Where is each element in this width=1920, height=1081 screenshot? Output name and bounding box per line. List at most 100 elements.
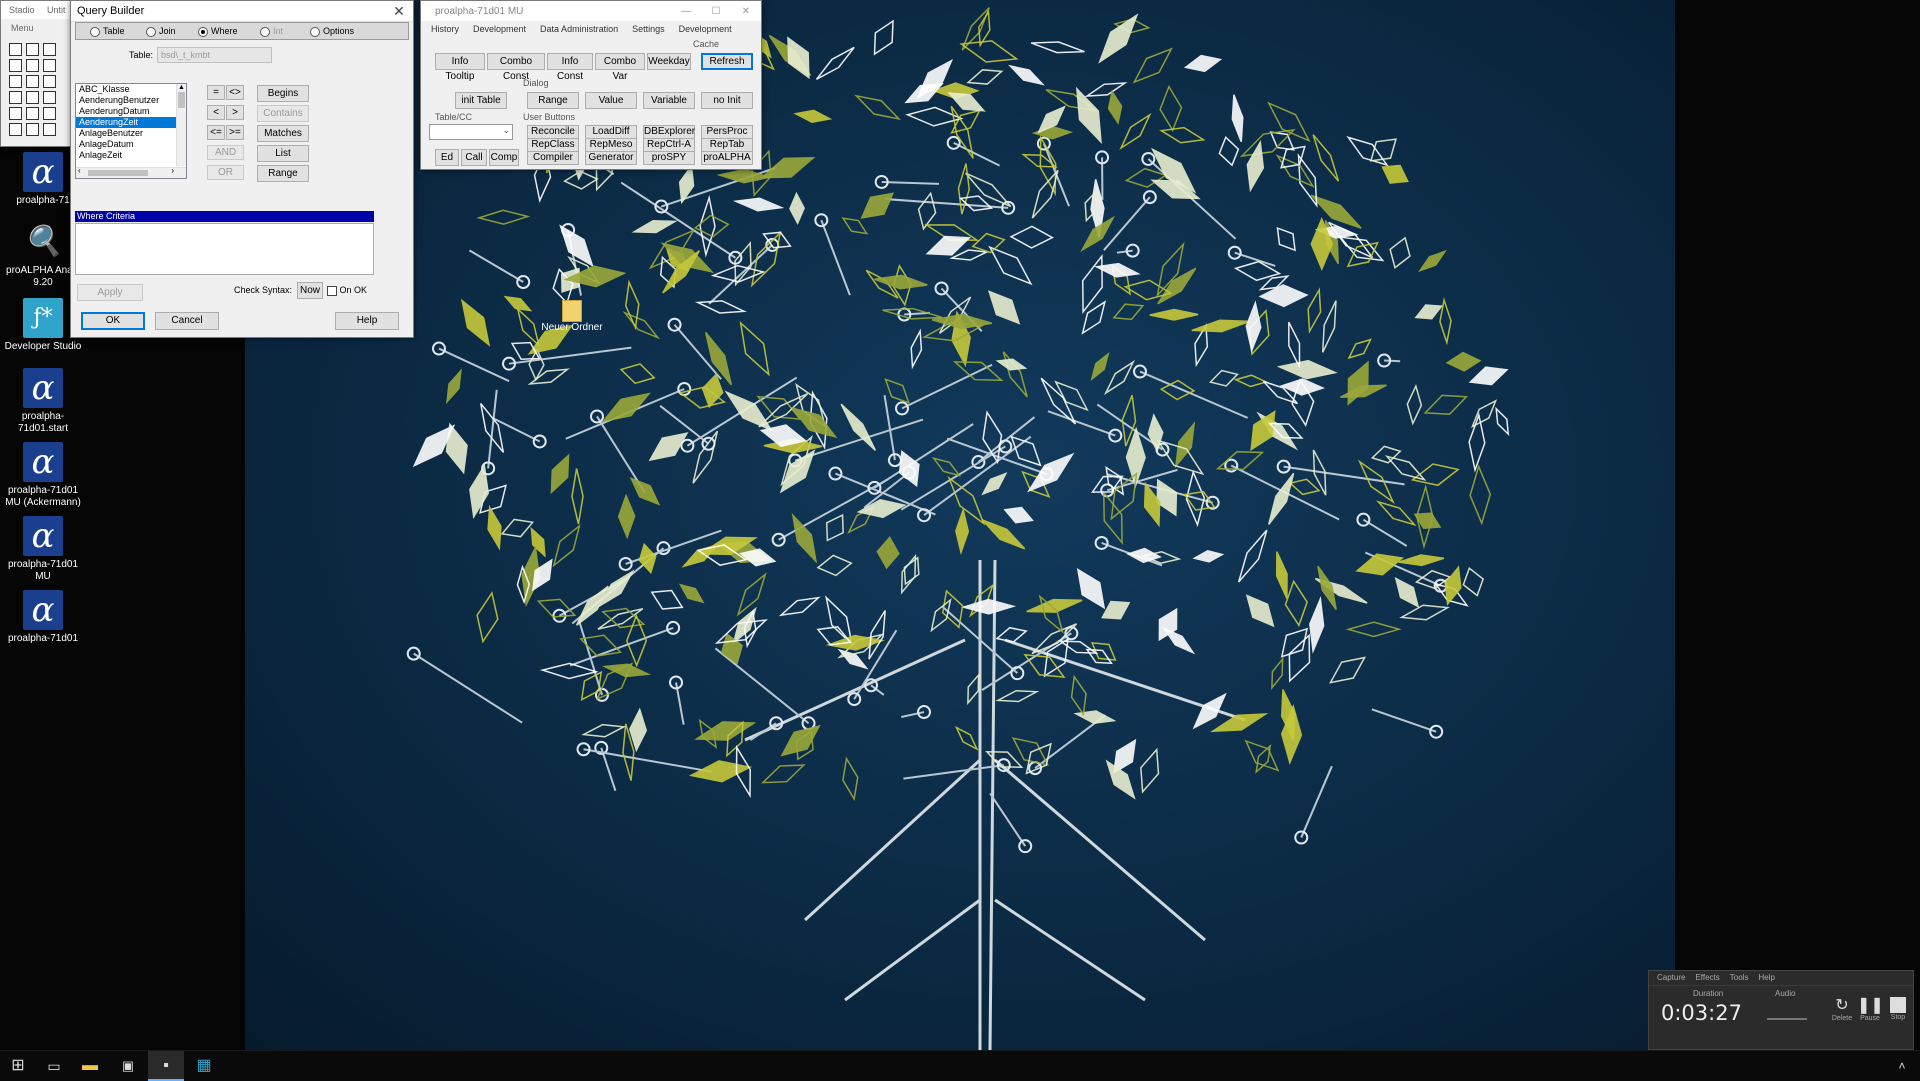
- tool-icon[interactable]: [43, 75, 56, 88]
- menu-development-2[interactable]: Development: [679, 21, 732, 37]
- tool-icon[interactable]: [9, 107, 22, 120]
- background-window[interactable]: Stadio Untit Menu: [0, 0, 72, 147]
- tool-icon[interactable]: [43, 91, 56, 104]
- tab-table[interactable]: Table: [90, 23, 125, 39]
- compiler-button[interactable]: Compiler: [527, 151, 579, 165]
- tab-options[interactable]: Options: [310, 23, 354, 39]
- terminal-icon[interactable]: ▣: [110, 1051, 146, 1081]
- stop-control[interactable]: Stop: [1885, 995, 1911, 1021]
- field-list-item[interactable]: ABC_Klasse: [76, 84, 186, 95]
- tool-icon[interactable]: [26, 59, 39, 72]
- operator-less-button[interactable]: <: [207, 105, 225, 120]
- tool-icon[interactable]: [9, 43, 22, 56]
- audio-level-slider[interactable]: [1767, 1018, 1807, 1020]
- persproc-button[interactable]: PersProc: [701, 125, 753, 139]
- desktop-icon-proalpha-start[interactable]: α proalpha-71d01.start: [0, 368, 86, 435]
- close-icon[interactable]: ✕: [385, 3, 413, 20]
- menu-help[interactable]: Help: [1758, 971, 1774, 985]
- screen-recorder-widget[interactable]: Capture Effects Tools Help Duration 0:03…: [1648, 970, 1914, 1050]
- cancel-button[interactable]: Cancel: [155, 312, 219, 330]
- operator-greater-equal-button[interactable]: >=: [226, 125, 244, 140]
- left-tab-1[interactable]: Stadio: [9, 5, 35, 15]
- vertical-scrollbar[interactable]: ▲: [176, 84, 186, 166]
- tab-int[interactable]: Int: [260, 23, 283, 39]
- dbexplorer-button[interactable]: DBExplorer: [643, 125, 695, 139]
- app-icon[interactable]: ▪: [148, 1051, 184, 1081]
- info-tooltip-button[interactable]: Info Tooltip: [435, 53, 485, 70]
- weekday-button[interactable]: Weekday: [647, 53, 691, 70]
- operator-greater-button[interactable]: >: [226, 105, 244, 120]
- matches-button[interactable]: Matches: [257, 125, 309, 142]
- task-view-icon[interactable]: ▭: [36, 1051, 72, 1081]
- operator-not-equal-button[interactable]: <>: [226, 85, 244, 100]
- apply-button[interactable]: Apply: [77, 284, 143, 301]
- menu-data-administration[interactable]: Data Administration: [540, 21, 618, 37]
- operator-equals-button[interactable]: =: [207, 85, 225, 100]
- prospy-button[interactable]: proSPY: [643, 151, 695, 165]
- minimize-icon[interactable]: —: [671, 6, 701, 17]
- variable-button[interactable]: Variable: [643, 92, 695, 109]
- tool-icon[interactable]: [26, 75, 39, 88]
- operator-less-equal-button[interactable]: <=: [207, 125, 225, 140]
- menu-capture[interactable]: Capture: [1657, 971, 1685, 985]
- comp-button[interactable]: Comp: [489, 149, 519, 166]
- tool-icon[interactable]: [26, 107, 39, 120]
- wallpaper-folder-icon[interactable]: Neuer Ordner: [537, 300, 607, 333]
- file-explorer-icon[interactable]: ▬: [72, 1051, 108, 1081]
- where-criteria-textarea[interactable]: [75, 223, 374, 275]
- range-button[interactable]: Range: [527, 92, 579, 109]
- repctrl-a-button[interactable]: RepCtrl-A: [643, 138, 695, 152]
- scroll-left-icon[interactable]: ‹: [78, 166, 81, 175]
- no-init-button[interactable]: no Init: [701, 92, 753, 109]
- help-button[interactable]: Help: [335, 312, 399, 330]
- value-button[interactable]: Value: [585, 92, 637, 109]
- generator-button[interactable]: Generator: [585, 151, 637, 165]
- maximize-icon[interactable]: ☐: [701, 6, 731, 17]
- repclass-button[interactable]: RepClass: [527, 138, 579, 152]
- range-button[interactable]: Range: [257, 165, 309, 182]
- field-list-item[interactable]: AnlageBenutzer: [76, 128, 186, 139]
- info-const-button[interactable]: Info Const: [547, 53, 593, 70]
- begins-button[interactable]: Begins: [257, 85, 309, 102]
- check-syntax-now-button[interactable]: Now: [297, 282, 323, 299]
- call-button[interactable]: Call: [461, 149, 487, 166]
- tool-icon[interactable]: [26, 91, 39, 104]
- horizontal-scrollbar[interactable]: ‹ ›: [76, 167, 186, 178]
- desktop-icon-proalpha-71d01[interactable]: α proalpha-71d01: [0, 590, 86, 645]
- list-button[interactable]: List: [257, 145, 309, 162]
- menu-settings[interactable]: Settings: [632, 21, 665, 37]
- or-button[interactable]: OR: [207, 165, 244, 180]
- left-menu[interactable]: Menu: [1, 19, 71, 37]
- menu-tools[interactable]: Tools: [1730, 971, 1749, 985]
- field-list-item[interactable]: AnlageDatum: [76, 139, 186, 150]
- dev-window[interactable]: proalpha-71d01 MU — ☐ ✕ History Developm…: [420, 0, 762, 170]
- tool-icon[interactable]: [43, 43, 56, 56]
- field-listbox[interactable]: ABC_KlasseAenderungBenutzerAenderungDatu…: [75, 83, 187, 179]
- tool-icon[interactable]: [9, 91, 22, 104]
- close-icon[interactable]: ✕: [731, 6, 761, 17]
- field-list-item[interactable]: AenderungZeit: [76, 117, 186, 128]
- combo-const-button[interactable]: Combo Const: [487, 53, 545, 70]
- tab-join[interactable]: Join: [146, 23, 176, 39]
- scroll-right-icon[interactable]: ›: [171, 166, 174, 175]
- ok-button[interactable]: OK: [81, 312, 145, 330]
- refresh-button[interactable]: Refresh: [701, 53, 753, 70]
- init-table-button[interactable]: init Table: [455, 92, 507, 109]
- scroll-thumb[interactable]: [178, 92, 185, 108]
- tool-icon[interactable]: [9, 75, 22, 88]
- contains-button[interactable]: Contains: [257, 105, 309, 122]
- tab-where[interactable]: Where: [198, 23, 238, 39]
- reconcile-button[interactable]: Reconcile: [527, 125, 579, 139]
- repmeso-button[interactable]: RepMeso: [585, 138, 637, 152]
- tool-icon[interactable]: [43, 123, 56, 136]
- on-ok-checkbox[interactable]: On OK: [327, 285, 367, 296]
- tool-icon[interactable]: [43, 59, 56, 72]
- tool-icon[interactable]: [26, 123, 39, 136]
- developer-studio-icon[interactable]: ▦: [186, 1051, 222, 1081]
- field-list-item[interactable]: AnlageZeit: [76, 150, 186, 161]
- chevron-up-icon[interactable]: ˄: [1884, 1051, 1920, 1081]
- desktop-icon-proalpha-mu[interactable]: α proalpha-71d01 MU: [0, 516, 86, 583]
- combo-var-button[interactable]: Combo Var: [595, 53, 645, 70]
- left-tab-2[interactable]: Untit: [47, 5, 66, 15]
- scroll-up-icon[interactable]: ▲: [177, 84, 186, 91]
